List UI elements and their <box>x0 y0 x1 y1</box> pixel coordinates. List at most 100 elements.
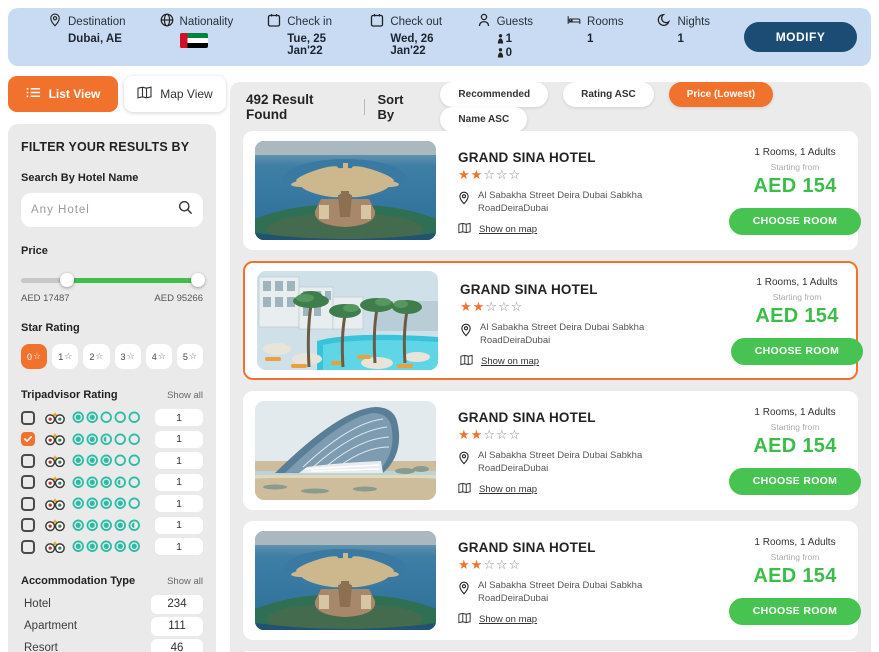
location-pin-icon <box>458 450 470 476</box>
star-rating-chip[interactable]: 5☆ <box>177 344 203 369</box>
star-chip-number: 3 <box>121 352 126 362</box>
choose-room-button[interactable]: CHOOSE ROOM <box>729 208 861 235</box>
field-label: Nights <box>677 16 710 28</box>
star-icon: ☆ <box>33 351 41 362</box>
sort-option-chip[interactable]: Recommended <box>440 82 548 107</box>
topbar-field[interactable]: Check in Tue, 25 Jan'22 <box>267 13 336 61</box>
list-view-button[interactable]: List View <box>8 76 118 112</box>
map-icon <box>137 86 152 102</box>
choose-room-button[interactable]: CHOOSE ROOM <box>729 598 861 625</box>
person-icon <box>477 13 491 30</box>
slider-handle-min[interactable] <box>60 273 74 287</box>
accommodation-type-row[interactable]: Hotel 234 <box>21 593 203 615</box>
search-summary-bar: Destination Dubai, AE Nationality Check … <box>8 8 871 66</box>
hotel-search-box <box>21 193 203 227</box>
star-rating-chip[interactable]: 2☆ <box>83 344 109 369</box>
star-icon: ☆ <box>95 351 103 362</box>
field-value: 1 <box>657 33 710 45</box>
star-chip-number: 0 <box>27 352 32 362</box>
price-text: AED 154 <box>716 565 871 588</box>
slider-fill <box>67 278 204 283</box>
accommodation-type-row[interactable]: Resort 46 <box>21 637 203 652</box>
accommodation-show-all-link[interactable]: Show all <box>167 576 203 587</box>
palm-island-aerial-photo[interactable] <box>255 531 436 630</box>
show-on-map-link[interactable]: Show on map <box>458 482 708 497</box>
map-icon <box>460 354 473 369</box>
child-count: 0 <box>497 47 512 59</box>
topbar-field[interactable]: Rooms 1 <box>567 13 623 61</box>
star-chip-number: 2 <box>89 352 94 362</box>
checkbox[interactable] <box>21 540 35 554</box>
location-pin-icon <box>458 190 470 216</box>
slider-handle-max[interactable] <box>191 273 205 287</box>
map-view-button[interactable]: Map View <box>124 76 226 112</box>
tripadvisor-circles <box>72 540 141 553</box>
tripadvisor-rating-row: 1 <box>21 452 203 469</box>
occupancy-text: 1 Rooms, 1 Adults <box>718 277 871 288</box>
search-hotel-label: Search By Hotel Name <box>21 172 203 184</box>
map-icon <box>458 222 471 237</box>
checkbox[interactable] <box>21 411 35 425</box>
accommodation-count: 111 <box>151 617 203 636</box>
star-chip-number: 1 <box>58 352 63 362</box>
tripadvisor-circles <box>72 497 141 510</box>
wave-hotel-beach-photo[interactable] <box>255 401 436 500</box>
field-value: Tue, 25 Jan'22 <box>267 33 336 57</box>
topbar-field[interactable]: Nights 1 <box>657 13 710 61</box>
show-on-map-label: Show on map <box>481 356 539 367</box>
topbar-field[interactable]: Guests 10 <box>477 13 533 61</box>
bed-icon <box>567 13 581 30</box>
starting-from-label: Starting from <box>718 292 871 302</box>
star-chip-number: 5 <box>183 352 188 362</box>
accommodation-count: 234 <box>151 595 203 614</box>
tripadvisor-owl-icon <box>45 411 65 424</box>
checkbox[interactable] <box>21 497 35 511</box>
sort-option-chip[interactable]: Rating ASC <box>563 82 654 107</box>
field-label: Destination <box>68 16 126 28</box>
topbar-field[interactable]: Check out Wed, 26 Jan'22 <box>370 13 442 61</box>
tripadvisor-title: Tripadvisor Rating <box>21 389 118 401</box>
hotel-search-input[interactable] <box>31 204 178 216</box>
accommodation-title: Accommodation Type <box>21 575 135 587</box>
tripadvisor-show-all-link[interactable]: Show all <box>167 390 203 401</box>
search-icon[interactable] <box>178 200 193 220</box>
checkbox[interactable] <box>21 475 35 489</box>
modify-button[interactable]: MODIFY <box>744 22 857 52</box>
checkbox[interactable] <box>21 454 35 468</box>
hotel-card: GRAND SINA HOTEL ★★☆☆☆ Al Sabakha Street… <box>243 261 858 380</box>
checkbox[interactable] <box>21 518 35 532</box>
checkbox[interactable] <box>21 432 35 446</box>
price-label: Price <box>21 245 203 257</box>
tripadvisor-circles <box>72 476 141 489</box>
adult-count: 1 <box>497 33 512 45</box>
star-rating-chip[interactable]: 0☆ <box>21 344 47 369</box>
resort-pool-palms-photo[interactable] <box>257 271 438 370</box>
price-min-label: AED 17487 <box>21 293 70 304</box>
choose-room-button[interactable]: CHOOSE ROOM <box>731 338 863 365</box>
star-icon: ☆ <box>189 351 197 362</box>
tripadvisor-rows: 1 1 1 1 1 1 1 <box>21 409 203 555</box>
sort-option-chip[interactable]: Name ASC <box>440 107 527 132</box>
field-value: 10 <box>477 33 533 61</box>
show-on-map-link[interactable]: Show on map <box>460 354 710 369</box>
price-slider <box>21 273 203 287</box>
star-rating-chip[interactable]: 4☆ <box>146 344 172 369</box>
sort-option-chip[interactable]: Price (Lowest) <box>669 82 773 107</box>
choose-room-button[interactable]: CHOOSE ROOM <box>729 468 861 495</box>
star-rating-chip[interactable]: 3☆ <box>115 344 141 369</box>
show-on-map-link[interactable]: Show on map <box>458 612 708 627</box>
tripadvisor-circles <box>72 411 141 424</box>
show-on-map-link[interactable]: Show on map <box>458 222 708 237</box>
hotel-card: GRAND SINA HOTEL ★★☆☆☆ Al Sabakha Street… <box>243 521 858 640</box>
palm-island-aerial-photo[interactable] <box>255 141 436 240</box>
map-icon <box>458 612 471 627</box>
accommodation-type-row[interactable]: Apartment 111 <box>21 615 203 637</box>
star-rating-chip[interactable]: 1☆ <box>52 344 78 369</box>
field-label: Check in <box>287 16 332 28</box>
occupancy-text: 1 Rooms, 1 Adults <box>716 147 871 158</box>
topbar-field[interactable]: Destination Dubai, AE <box>48 13 126 61</box>
topbar-field[interactable]: Nationality <box>160 13 234 61</box>
occupancy-text: 1 Rooms, 1 Adults <box>716 407 871 418</box>
map-icon <box>458 482 471 497</box>
tripadvisor-circles <box>72 433 141 446</box>
